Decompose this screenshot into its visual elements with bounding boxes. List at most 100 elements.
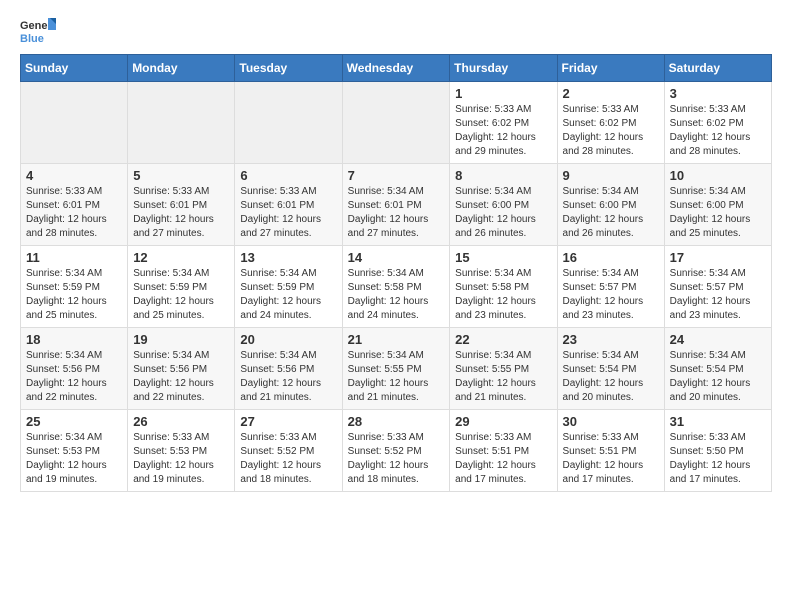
day-info: Sunrise: 5:33 AM Sunset: 5:52 PM Dayligh… xyxy=(240,431,336,487)
day-number: 28 xyxy=(348,414,445,429)
day-number: 24 xyxy=(670,332,766,347)
day-number: 22 xyxy=(455,332,551,347)
calendar-header-thursday: Thursday xyxy=(450,55,557,82)
day-number: 5 xyxy=(133,168,229,183)
calendar-cell xyxy=(128,82,235,164)
day-number: 15 xyxy=(455,250,551,265)
day-number: 11 xyxy=(26,250,122,265)
day-number: 9 xyxy=(563,168,659,183)
day-info: Sunrise: 5:34 AM Sunset: 6:00 PM Dayligh… xyxy=(670,185,766,241)
calendar-week-3: 11 Sunrise: 5:34 AM Sunset: 5:59 PM Dayli… xyxy=(21,246,772,328)
day-number: 18 xyxy=(26,332,122,347)
calendar-cell: 9 Sunrise: 5:34 AM Sunset: 6:00 PM Daylig… xyxy=(557,164,664,246)
calendar-cell: 23Sunrise: 5:34 AM Sunset: 5:54 PM Dayli… xyxy=(557,328,664,410)
calendar-body: 1 Sunrise: 5:33 AM Sunset: 6:02 PM Daylig… xyxy=(21,82,772,492)
calendar: SundayMondayTuesdayWednesdayThursdayFrid… xyxy=(20,54,772,492)
day-info: Sunrise: 5:34 AM Sunset: 6:00 PM Dayligh… xyxy=(563,185,659,241)
day-info: Sunrise: 5:33 AM Sunset: 6:01 PM Dayligh… xyxy=(133,185,229,241)
calendar-cell: 21 Sunrise: 5:34 AM Sunset: 5:55 PM Dayli… xyxy=(342,328,450,410)
calendar-week-4: 18 Sunrise: 5:34 AM Sunset: 5:56 PM Dayli… xyxy=(21,328,772,410)
calendar-header-friday: Friday xyxy=(557,55,664,82)
calendar-cell: 24Sunrise: 5:34 AM Sunset: 5:54 PM Dayli… xyxy=(664,328,771,410)
day-info: Sunrise: 5:33 AM Sunset: 5:51 PM Dayligh… xyxy=(455,431,551,487)
calendar-cell: 15Sunrise: 5:34 AM Sunset: 5:58 PM Dayli… xyxy=(450,246,557,328)
calendar-cell xyxy=(235,82,342,164)
day-number: 6 xyxy=(240,168,336,183)
calendar-cell: 8 Sunrise: 5:34 AM Sunset: 6:00 PM Daylig… xyxy=(450,164,557,246)
calendar-cell: 7 Sunrise: 5:34 AM Sunset: 6:01 PM Daylig… xyxy=(342,164,450,246)
svg-text:Blue: Blue xyxy=(20,33,44,45)
day-info: Sunrise: 5:34 AM Sunset: 5:59 PM Dayligh… xyxy=(133,267,229,323)
day-info: Sunrise: 5:33 AM Sunset: 5:53 PM Dayligh… xyxy=(133,431,229,487)
day-info: Sunrise: 5:34 AM Sunset: 6:01 PM Dayligh… xyxy=(348,185,445,241)
calendar-header-saturday: Saturday xyxy=(664,55,771,82)
day-number: 7 xyxy=(348,168,445,183)
day-info: Sunrise: 5:34 AM Sunset: 6:00 PM Dayligh… xyxy=(455,185,551,241)
day-number: 10 xyxy=(670,168,766,183)
calendar-cell: 26 Sunrise: 5:33 AM Sunset: 5:53 PM Dayli… xyxy=(128,410,235,492)
day-info: Sunrise: 5:33 AM Sunset: 5:51 PM Dayligh… xyxy=(563,431,659,487)
day-number: 20 xyxy=(240,332,336,347)
day-number: 31 xyxy=(670,414,766,429)
day-number: 21 xyxy=(348,332,445,347)
day-info: Sunrise: 5:33 AM Sunset: 6:02 PM Dayligh… xyxy=(455,103,551,159)
calendar-cell xyxy=(342,82,450,164)
day-number: 27 xyxy=(240,414,336,429)
calendar-cell: 16Sunrise: 5:34 AM Sunset: 5:57 PM Dayli… xyxy=(557,246,664,328)
day-info: Sunrise: 5:34 AM Sunset: 5:56 PM Dayligh… xyxy=(240,349,336,405)
calendar-cell: 13 Sunrise: 5:34 AM Sunset: 5:59 PM Dayli… xyxy=(235,246,342,328)
day-number: 29 xyxy=(455,414,551,429)
calendar-cell: 17 Sunrise: 5:34 AM Sunset: 5:57 PM Dayli… xyxy=(664,246,771,328)
calendar-cell: 28 Sunrise: 5:33 AM Sunset: 5:52 PM Dayli… xyxy=(342,410,450,492)
calendar-cell: 12 Sunrise: 5:34 AM Sunset: 5:59 PM Dayli… xyxy=(128,246,235,328)
calendar-cell xyxy=(21,82,128,164)
day-number: 17 xyxy=(670,250,766,265)
header: General Blue xyxy=(20,16,772,46)
day-number: 13 xyxy=(240,250,336,265)
day-number: 23 xyxy=(563,332,659,347)
day-info: Sunrise: 5:34 AM Sunset: 5:57 PM Dayligh… xyxy=(670,267,766,323)
calendar-cell: 27 Sunrise: 5:33 AM Sunset: 5:52 PM Dayli… xyxy=(235,410,342,492)
day-number: 30 xyxy=(563,414,659,429)
calendar-cell: 29 Sunrise: 5:33 AM Sunset: 5:51 PM Dayli… xyxy=(450,410,557,492)
day-info: Sunrise: 5:34 AM Sunset: 5:59 PM Dayligh… xyxy=(240,267,336,323)
calendar-cell: 3 Sunrise: 5:33 AM Sunset: 6:02 PM Daylig… xyxy=(664,82,771,164)
calendar-cell: 5 Sunrise: 5:33 AM Sunset: 6:01 PM Daylig… xyxy=(128,164,235,246)
calendar-header-row: SundayMondayTuesdayWednesdayThursdayFrid… xyxy=(21,55,772,82)
calendar-cell: 2 Sunrise: 5:33 AM Sunset: 6:02 PM Daylig… xyxy=(557,82,664,164)
day-info: Sunrise: 5:33 AM Sunset: 6:02 PM Dayligh… xyxy=(563,103,659,159)
calendar-cell: 22 Sunrise: 5:34 AM Sunset: 5:55 PM Dayli… xyxy=(450,328,557,410)
day-info: Sunrise: 5:34 AM Sunset: 5:53 PM Dayligh… xyxy=(26,431,122,487)
logo-icon: General Blue xyxy=(20,16,56,46)
calendar-cell: 30 Sunrise: 5:33 AM Sunset: 5:51 PM Dayli… xyxy=(557,410,664,492)
day-info: Sunrise: 5:34 AM Sunset: 5:55 PM Dayligh… xyxy=(455,349,551,405)
day-number: 26 xyxy=(133,414,229,429)
logo: General Blue xyxy=(20,16,60,46)
calendar-week-2: 4Sunrise: 5:33 AM Sunset: 6:01 PM Daylig… xyxy=(21,164,772,246)
day-number: 19 xyxy=(133,332,229,347)
day-number: 3 xyxy=(670,86,766,101)
calendar-cell: 10 Sunrise: 5:34 AM Sunset: 6:00 PM Dayli… xyxy=(664,164,771,246)
calendar-cell: 11 Sunrise: 5:34 AM Sunset: 5:59 PM Dayli… xyxy=(21,246,128,328)
day-info: Sunrise: 5:33 AM Sunset: 6:01 PM Dayligh… xyxy=(240,185,336,241)
calendar-cell: 4Sunrise: 5:33 AM Sunset: 6:01 PM Daylig… xyxy=(21,164,128,246)
day-info: Sunrise: 5:34 AM Sunset: 5:55 PM Dayligh… xyxy=(348,349,445,405)
day-number: 25 xyxy=(26,414,122,429)
day-info: Sunrise: 5:34 AM Sunset: 5:58 PM Dayligh… xyxy=(348,267,445,323)
day-info: Sunrise: 5:33 AM Sunset: 6:02 PM Dayligh… xyxy=(670,103,766,159)
calendar-cell: 1 Sunrise: 5:33 AM Sunset: 6:02 PM Daylig… xyxy=(450,82,557,164)
calendar-cell: 20 Sunrise: 5:34 AM Sunset: 5:56 PM Dayli… xyxy=(235,328,342,410)
day-number: 1 xyxy=(455,86,551,101)
day-number: 2 xyxy=(563,86,659,101)
day-number: 12 xyxy=(133,250,229,265)
calendar-header-monday: Monday xyxy=(128,55,235,82)
day-number: 16 xyxy=(563,250,659,265)
day-info: Sunrise: 5:33 AM Sunset: 5:52 PM Dayligh… xyxy=(348,431,445,487)
day-number: 14 xyxy=(348,250,445,265)
day-number: 8 xyxy=(455,168,551,183)
day-info: Sunrise: 5:34 AM Sunset: 5:59 PM Dayligh… xyxy=(26,267,122,323)
calendar-cell: 6 Sunrise: 5:33 AM Sunset: 6:01 PM Daylig… xyxy=(235,164,342,246)
calendar-cell: 19Sunrise: 5:34 AM Sunset: 5:56 PM Dayli… xyxy=(128,328,235,410)
calendar-cell: 18Sunrise: 5:34 AM Sunset: 5:56 PM Dayli… xyxy=(21,328,128,410)
calendar-cell: 31Sunrise: 5:33 AM Sunset: 5:50 PM Dayli… xyxy=(664,410,771,492)
